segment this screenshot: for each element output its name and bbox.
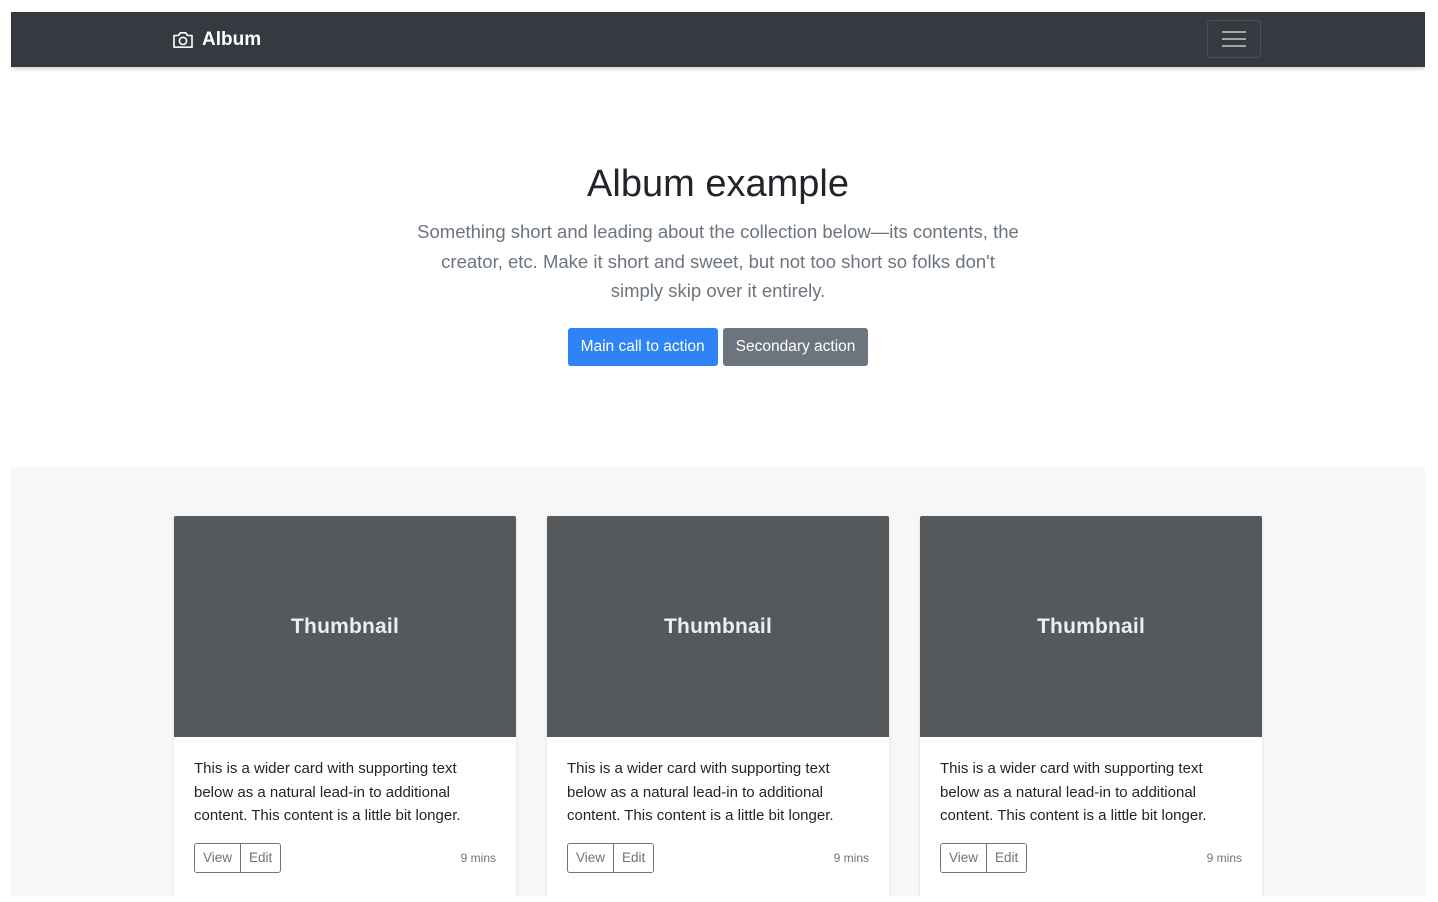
album-card: Thumbnail This is a wider card with supp… <box>174 516 516 896</box>
navbar-toggler-button[interactable] <box>1207 20 1261 58</box>
navbar: Album <box>11 12 1425 67</box>
card-button-group: View Edit <box>567 842 655 873</box>
hero-lead: Something short and leading about the co… <box>417 221 1019 301</box>
card-text: This is a wider card with supporting tex… <box>194 760 461 824</box>
camera-icon <box>173 31 193 48</box>
card-button-group: View Edit <box>940 842 1028 873</box>
edit-button[interactable]: Edit <box>240 843 281 872</box>
view-button[interactable]: View <box>568 843 614 872</box>
hero-section: Album example Something short and leadin… <box>11 67 1425 467</box>
card-thumbnail: Thumbnail <box>174 516 516 737</box>
view-button[interactable]: View <box>195 843 241 872</box>
hero-title: Album example <box>587 163 849 205</box>
card-footer: View Edit 9 mins <box>940 842 1242 873</box>
album-card: Thumbnail This is a wider card with supp… <box>547 516 889 896</box>
secondary-action-button[interactable]: Secondary action <box>722 328 869 366</box>
thumbnail-label: Thumbnail <box>291 614 399 638</box>
card-thumbnail: Thumbnail <box>920 516 1262 737</box>
card-body: This is a wider card with supporting tex… <box>547 737 889 873</box>
album-section: Thumbnail This is a wider card with supp… <box>11 467 1425 896</box>
card-time: 9 mins <box>460 850 496 865</box>
brand-label: Album <box>202 28 262 50</box>
card-footer: View Edit 9 mins <box>567 842 869 873</box>
brand-link[interactable]: Album <box>172 12 261 67</box>
card-text: This is a wider card with supporting tex… <box>567 760 834 824</box>
card-time: 9 mins <box>1206 850 1242 865</box>
edit-button[interactable]: Edit <box>613 843 654 872</box>
main-call-to-action-button[interactable]: Main call to action <box>567 328 718 366</box>
card-body: This is a wider card with supporting tex… <box>920 737 1262 873</box>
card-footer: View Edit 9 mins <box>194 842 496 873</box>
page-frame: Album Album example Something short and … <box>11 12 1425 896</box>
hamburger-icon <box>1222 31 1246 47</box>
card-text: This is a wider card with supporting tex… <box>940 760 1207 824</box>
card-body: This is a wider card with supporting tex… <box>174 737 516 873</box>
thumbnail-label: Thumbnail <box>1037 614 1145 638</box>
card-time: 9 mins <box>833 850 869 865</box>
edit-button[interactable]: Edit <box>986 843 1027 872</box>
album-card: Thumbnail This is a wider card with supp… <box>920 516 1262 896</box>
card-thumbnail: Thumbnail <box>547 516 889 737</box>
card-button-group: View Edit <box>194 842 282 873</box>
thumbnail-label: Thumbnail <box>664 614 772 638</box>
view-button[interactable]: View <box>941 843 987 872</box>
hero-actions: Main call to action Secondary action <box>11 328 1425 366</box>
